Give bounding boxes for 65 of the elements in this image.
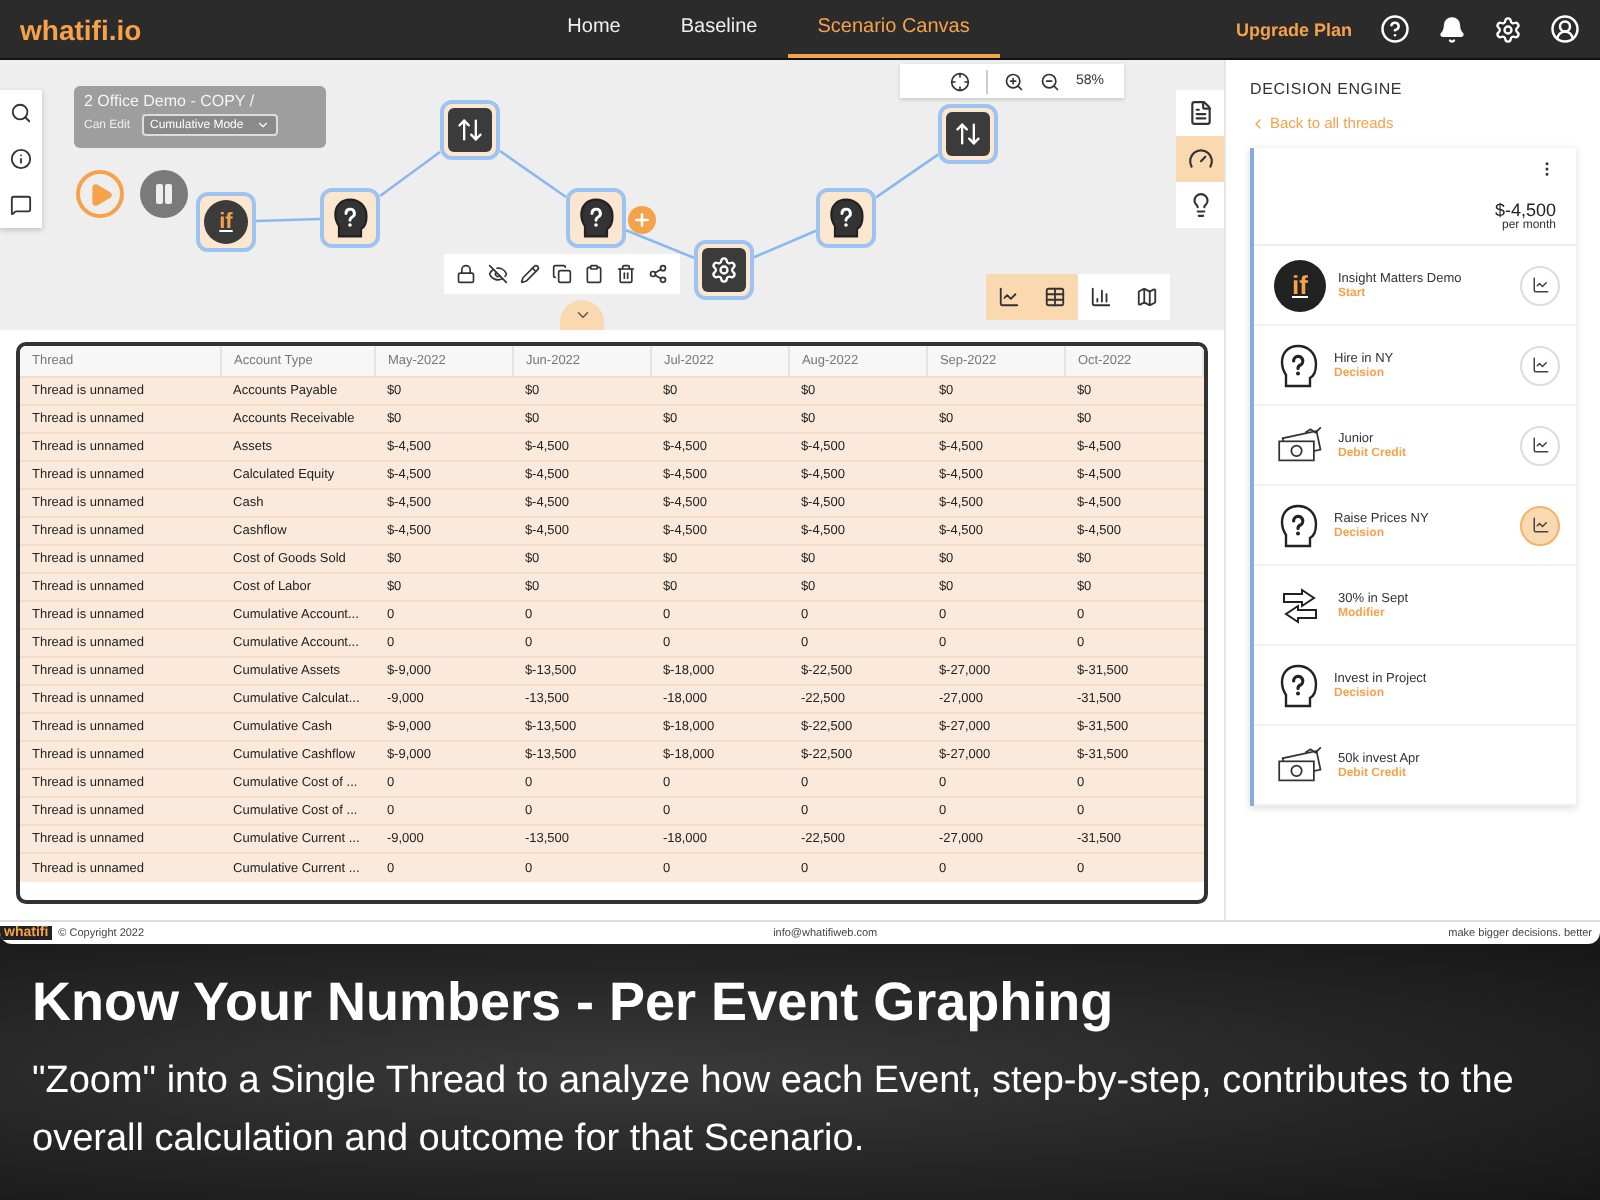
event-node[interactable] — [816, 188, 876, 248]
recenter-icon[interactable] — [949, 71, 970, 91]
upgrade-link[interactable]: Upgrade Plan — [1235, 19, 1352, 39]
table-icon[interactable] — [1032, 274, 1078, 320]
chevron-icon — [573, 306, 591, 324]
copy-icon[interactable] — [552, 264, 572, 284]
thread-amount: $-4,500 — [1494, 200, 1556, 220]
comment-icon[interactable] — [10, 194, 32, 216]
graph-button[interactable] — [1520, 505, 1560, 545]
scenario-title: 2 Office Demo - COPY / — [84, 92, 257, 110]
zoom-in-icon[interactable] — [1003, 71, 1024, 91]
clipboard-icon[interactable] — [584, 264, 604, 284]
nav-tab[interactable]: Baseline — [650, 0, 788, 58]
hide-icon[interactable] — [488, 264, 508, 284]
connector-line — [625, 229, 695, 259]
line-chart-icon[interactable] — [986, 274, 1032, 320]
search-icon[interactable] — [10, 102, 32, 124]
connector-line — [379, 150, 441, 198]
graph-button[interactable] — [1520, 345, 1560, 385]
line-chart-icon — [1531, 436, 1549, 454]
line-chart-icon — [1531, 516, 1549, 534]
caption-text: "Zoom" into a Single Thread to analyze how each Event, step-by-step, contributes to the overall calculation and outcome for that Scenario. — [32, 1058, 1516, 1163]
play-icon — [87, 181, 113, 207]
help-icon[interactable] — [1380, 14, 1410, 44]
lock-icon[interactable] — [456, 264, 476, 284]
banknotes-icon — [1274, 744, 1326, 786]
event-node[interactable] — [694, 240, 754, 300]
caption-title: Know Your Numbers - Per Event Graphing — [32, 972, 1116, 1034]
connector-line — [875, 153, 939, 199]
banknotes-icon — [1274, 424, 1326, 466]
pencil-icon[interactable] — [520, 264, 540, 284]
settings-icon[interactable] — [1494, 15, 1522, 43]
user-icon[interactable] — [1550, 14, 1580, 44]
share-icon[interactable] — [648, 264, 668, 284]
event-node[interactable] — [938, 104, 998, 164]
event-node[interactable] — [440, 100, 500, 160]
event-node[interactable] — [320, 188, 380, 248]
caret-icon — [255, 118, 270, 132]
if-logo: if — [1274, 259, 1326, 311]
nav-tab[interactable]: Home — [537, 0, 651, 58]
connector-line — [255, 217, 321, 223]
panel-title: DECISION ENGINE — [1250, 80, 1405, 98]
swap-arrows-icon — [946, 112, 990, 156]
graph-button[interactable] — [1520, 425, 1560, 465]
gear-icon — [702, 248, 746, 292]
swap-arrows-icon — [448, 108, 492, 152]
plus-icon — [632, 210, 652, 230]
chevron-icon — [1250, 115, 1266, 131]
zoom-out-icon[interactable] — [1039, 71, 1060, 91]
line-chart-icon — [1531, 356, 1549, 374]
graph-button[interactable] — [1520, 265, 1560, 305]
connector-line — [499, 149, 567, 199]
bell-icon[interactable] — [1438, 15, 1466, 43]
question-head-icon — [574, 196, 618, 240]
pause-button[interactable] — [140, 170, 188, 218]
event-node[interactable] — [566, 188, 626, 248]
info-icon[interactable] — [10, 148, 32, 170]
connector-line — [753, 229, 817, 259]
line-chart-icon — [1531, 276, 1549, 294]
question-head-icon — [824, 196, 868, 240]
app-logo[interactable]: whatifi.io — [20, 13, 142, 45]
gauge-icon[interactable] — [1176, 136, 1224, 182]
pause-icon — [152, 182, 176, 206]
trash-icon[interactable] — [616, 264, 636, 284]
question-head-icon — [328, 196, 372, 240]
